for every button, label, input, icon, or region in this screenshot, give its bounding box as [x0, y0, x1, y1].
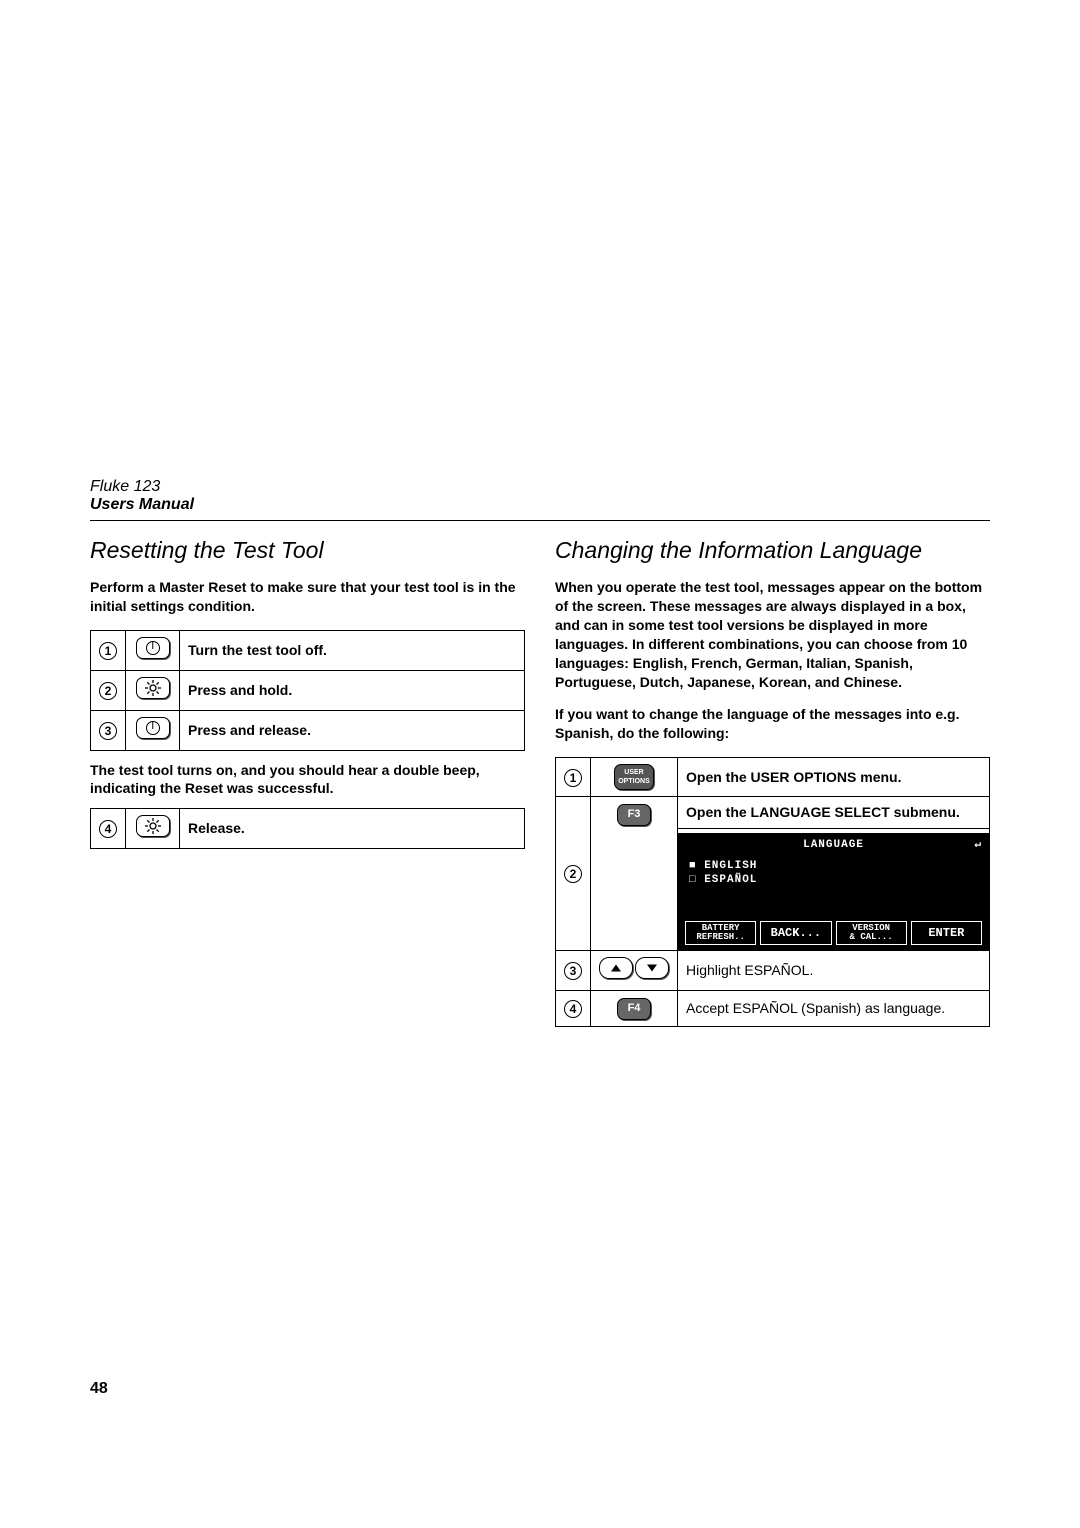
step-desc: Press and hold.	[180, 670, 525, 710]
f4-button-icon: F4	[617, 998, 651, 1020]
section-title-reset: Resetting the Test Tool	[90, 535, 525, 566]
step-num: 2	[564, 865, 582, 883]
lang-intro-1: When you operate the test tool, messages…	[555, 578, 990, 691]
reset-steps-table-1: 1 Turn the test tool off. 2 Press and ho…	[90, 630, 525, 751]
user-options-button-icon: USEROPTIONS	[614, 764, 654, 790]
step-num: 3	[564, 962, 582, 980]
step-num: 1	[564, 769, 582, 787]
step-desc: Accept ESPAÑOL (Spanish) as language.	[678, 990, 990, 1026]
section-title-language: Changing the Information Language	[555, 535, 990, 566]
product-name: Fluke 123	[90, 478, 990, 496]
step-desc: Press and release.	[180, 710, 525, 750]
step-desc: Open the USER OPTIONS menu.	[678, 758, 990, 797]
lcd-title: LANGUAGE	[803, 839, 864, 851]
lcd-option-espanol: □ ESPAÑOL	[689, 873, 982, 887]
lang-intro-2: If you want to change the language of th…	[555, 705, 990, 743]
lcd-f3: VERSION& CAL...	[836, 921, 907, 945]
page-number: 48	[90, 1380, 108, 1398]
reset-intro: Perform a Master Reset to make sure that…	[90, 578, 525, 616]
power-button-icon	[136, 717, 170, 739]
reset-mid-text: The test tool turns on, and you should h…	[90, 761, 525, 799]
lcd-screenshot: LANGUAGE ↵ ■ ENGLISH □ ESPAÑOL BATTERYREF…	[678, 833, 989, 950]
step-desc: Highlight ESPAÑOL.	[678, 950, 990, 990]
lcd-f4: ENTER	[911, 921, 982, 945]
step-desc: Release.	[180, 809, 525, 849]
power-button-icon	[136, 637, 170, 659]
col-right: Changing the Information Language When y…	[555, 535, 990, 1033]
brightness-button-icon	[136, 677, 170, 699]
lcd-f1: BATTERYREFRESH..	[685, 921, 756, 945]
arrow-buttons	[599, 957, 669, 979]
reset-steps-table-2: 4 Release.	[90, 808, 525, 849]
step-num: 4	[564, 1000, 582, 1018]
step-num: 4	[99, 820, 117, 838]
header-rule	[90, 520, 990, 521]
step-desc: Turn the test tool off.	[180, 630, 525, 670]
return-icon: ↵	[974, 838, 982, 853]
col-left: Resetting the Test Tool Perform a Master…	[90, 535, 525, 1033]
lang-steps-table: 1 USEROPTIONS Open the USER OPTIONS menu…	[555, 757, 990, 1027]
step-num: 1	[99, 642, 117, 660]
lcd-option-english: ■ ENGLISH	[689, 859, 982, 873]
step-num: 3	[99, 722, 117, 740]
arrow-up-icon	[599, 957, 633, 979]
step-num: 2	[99, 682, 117, 700]
arrow-down-icon	[635, 957, 669, 979]
lcd-f2: BACK...	[760, 921, 831, 945]
f3-button-icon: F3	[617, 804, 651, 826]
step-desc: Open the LANGUAGE SELECT submenu.	[678, 797, 990, 829]
doc-subtitle: Users Manual	[90, 496, 990, 514]
brightness-button-icon	[136, 815, 170, 837]
